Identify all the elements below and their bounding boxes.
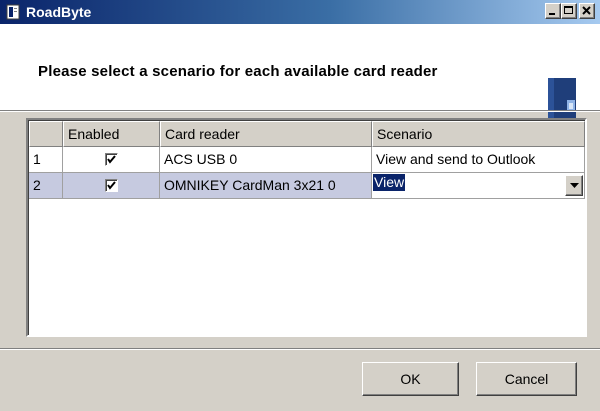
grid-header-row: Enabled Card reader Scenario xyxy=(29,121,585,147)
table-row[interactable]: 2 OMNIKEY CardMan 3x21 0 View xyxy=(29,173,585,199)
checkmark-icon xyxy=(107,181,116,190)
close-button[interactable] xyxy=(579,3,595,19)
row-index: 2 xyxy=(29,173,63,199)
title-bar[interactable]: RoadByte xyxy=(0,0,600,24)
chevron-down-icon xyxy=(570,183,579,188)
enabled-checkbox[interactable] xyxy=(105,179,118,192)
header-panel: Please select a scenario for each availa… xyxy=(0,24,600,120)
window-title: RoadByte xyxy=(26,4,92,20)
column-header-card-reader[interactable]: Card reader xyxy=(160,121,372,147)
minimize-button[interactable] xyxy=(545,3,561,19)
column-header-enabled[interactable]: Enabled xyxy=(63,121,160,147)
column-header-scenario[interactable]: Scenario xyxy=(372,121,585,147)
app-document-icon xyxy=(6,4,20,20)
card-reader-icon xyxy=(545,76,579,122)
table-row[interactable]: 1 ACS USB 0 View and send to Outlook xyxy=(29,147,585,173)
close-icon xyxy=(582,6,591,15)
maximize-icon xyxy=(564,6,573,14)
column-header-index xyxy=(29,121,63,147)
scenario-cell: View xyxy=(372,173,585,199)
enabled-checkbox[interactable] xyxy=(105,153,118,166)
scenario-dropdown[interactable]: View xyxy=(372,173,584,198)
header-divider xyxy=(0,110,600,112)
minimize-icon xyxy=(549,13,555,15)
instruction-text: Please select a scenario for each availa… xyxy=(38,63,438,80)
enabled-cell xyxy=(63,173,160,199)
footer-divider xyxy=(0,348,600,350)
checkmark-icon xyxy=(107,155,116,164)
dropdown-button[interactable] xyxy=(565,175,583,196)
maximize-button[interactable] xyxy=(561,3,577,19)
card-reader-grid[interactable]: Enabled Card reader Scenario 1 ACS USB 0… xyxy=(26,118,587,337)
ok-button[interactable]: OK xyxy=(362,362,459,396)
roadbyte-dialog: RoadByte Please select a scenario for ea… xyxy=(0,0,600,411)
card-reader-name[interactable]: OMNIKEY CardMan 3x21 0 xyxy=(160,173,372,199)
cancel-button[interactable]: Cancel xyxy=(476,362,577,396)
card-reader-name[interactable]: ACS USB 0 xyxy=(160,147,372,173)
scenario-selected-value: View xyxy=(373,174,406,191)
row-index: 1 xyxy=(29,147,63,173)
scenario-value[interactable]: View and send to Outlook xyxy=(372,147,585,173)
enabled-cell xyxy=(63,147,160,173)
